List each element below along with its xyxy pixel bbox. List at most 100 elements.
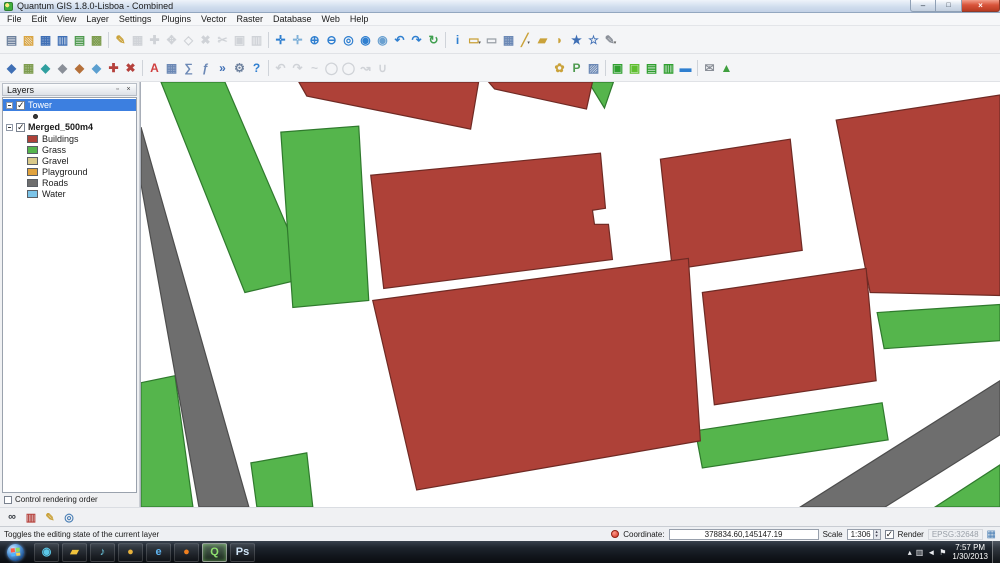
measure-line-icon[interactable]: ╱ ▾: [517, 31, 534, 49]
field-calculator-icon[interactable]: ∑: [180, 59, 197, 77]
measure-area-icon[interactable]: ▰: [534, 31, 551, 49]
layer-item-merged-500m4[interactable]: Merged_500m4: [3, 121, 136, 133]
taskbar-itunes-button[interactable]: ♪: [90, 542, 115, 562]
legend-item-playground[interactable]: Playground: [3, 166, 136, 177]
identify-features-icon[interactable]: i: [449, 31, 466, 49]
ftools-icon[interactable]: ✿: [551, 59, 568, 77]
new-shapefile-layer-icon[interactable]: ✚: [105, 59, 122, 77]
taskbar-firefox-button[interactable]: ●: [174, 542, 199, 562]
taskbar-media-player-button[interactable]: ◉: [34, 542, 59, 562]
mapserver-export-icon[interactable]: ✉: [701, 59, 718, 77]
georeferencer-icon[interactable]: ▨: [585, 59, 602, 77]
pan-map-icon[interactable]: ✛: [272, 31, 289, 49]
refresh-map-icon[interactable]: ↻: [425, 31, 442, 49]
legend-item-water[interactable]: Water: [3, 188, 136, 199]
coordinate-capture-icon[interactable]: ◎: [61, 509, 77, 525]
add-vector-layer-icon[interactable]: ◆: [3, 59, 20, 77]
deselect-all-icon[interactable]: ▭: [483, 31, 500, 49]
log-messages-icon[interactable]: ▥: [23, 509, 39, 525]
menu-raster[interactable]: Raster: [231, 14, 268, 24]
taskbar-qgis-button[interactable]: Q: [202, 542, 227, 562]
coordinate-input[interactable]: 378834.60,145147.19: [668, 528, 819, 540]
road-graph-icon[interactable]: ▬: [677, 59, 694, 77]
new-bookmark-icon[interactable]: ★: [568, 31, 585, 49]
crs-status-icon[interactable]: ▦: [987, 529, 996, 540]
zoom-next-icon[interactable]: ↷: [408, 31, 425, 49]
menu-settings[interactable]: Settings: [114, 14, 157, 24]
add-postgis-layer-icon[interactable]: ◆: [37, 59, 54, 77]
minimize-button[interactable]: –: [910, 0, 936, 12]
zoom-full-icon[interactable]: ◎: [340, 31, 357, 49]
scale-spinner[interactable]: ▲ ▼: [872, 529, 880, 539]
zoom-to-layer-icon[interactable]: ◉: [374, 31, 391, 49]
open-project-icon[interactable]: ▧: [20, 31, 37, 49]
interpolation-icon[interactable]: ▤: [643, 59, 660, 77]
toggle-editing-icon[interactable]: ✎: [112, 31, 129, 49]
maximize-button[interactable]: □: [936, 0, 962, 12]
show-desktop-button[interactable]: [992, 541, 1000, 563]
render-checkbox[interactable]: [884, 529, 894, 540]
stop-render-icon[interactable]: [611, 530, 620, 538]
panel-close-icon[interactable]: ×: [123, 85, 134, 95]
select-by-expression-icon[interactable]: ƒ: [197, 59, 214, 77]
zoom-in-icon[interactable]: ⊕: [306, 31, 323, 49]
menu-layer[interactable]: Layer: [81, 14, 114, 24]
layer-attribute-table-icon[interactable]: ▦: [163, 59, 180, 77]
edit-pencil-icon[interactable]: ✎: [42, 509, 58, 525]
legend-item-gravel[interactable]: Gravel: [3, 155, 136, 166]
expander-icon[interactable]: [6, 101, 13, 109]
save-project-as-icon[interactable]: ▥: [54, 31, 71, 49]
spinner-down-icon[interactable]: ▼: [875, 534, 879, 538]
taskbar-chrome-button[interactable]: ●: [118, 542, 143, 562]
expander-icon[interactable]: [6, 123, 13, 131]
legend-item-grass[interactable]: Grass: [3, 144, 136, 155]
zonal-statistics-icon[interactable]: ▥: [660, 59, 677, 77]
new-print-composer-icon[interactable]: ▤: [71, 31, 88, 49]
binoculars-icon[interactable]: ∞: [4, 509, 20, 525]
taskbar-internet-explorer-button[interactable]: e: [146, 542, 171, 562]
control-rendering-order-checkbox[interactable]: [4, 495, 12, 504]
network-icon[interactable]: ▥: [916, 548, 924, 557]
map-canvas[interactable]: [140, 82, 1000, 507]
select-features-icon[interactable]: ▭ ▾: [466, 31, 483, 49]
python-plugins-icon[interactable]: P: [568, 59, 585, 77]
grass-tools-icon[interactable]: ▲: [718, 59, 735, 77]
scale-combo[interactable]: 1:306 ▲ ▼: [846, 528, 881, 540]
add-spatialite-layer-icon[interactable]: ◆: [54, 59, 71, 77]
merged-visibility-checkbox[interactable]: [16, 122, 25, 133]
action-center-icon[interactable]: ⚑: [939, 548, 946, 557]
volume-icon[interactable]: ◄: [927, 548, 935, 557]
show-hidden-icons-icon[interactable]: ▴: [908, 548, 912, 557]
menu-database[interactable]: Database: [268, 14, 317, 24]
text-annotation-icon[interactable]: ✎ ▾: [602, 31, 619, 49]
gdal-tools-icon[interactable]: ▣: [609, 59, 626, 77]
panel-float-icon[interactable]: ▫: [112, 85, 123, 95]
taskbar-photoshop-button[interactable]: Ps: [230, 542, 255, 562]
python-console-icon[interactable]: »: [214, 59, 231, 77]
legend-item-buildings[interactable]: Buildings: [3, 133, 136, 144]
zoom-to-selection-icon[interactable]: ◉: [357, 31, 374, 49]
menu-file[interactable]: File: [2, 14, 27, 24]
zoom-last-icon[interactable]: ↶: [391, 31, 408, 49]
layer-item-tower[interactable]: Tower: [3, 99, 136, 111]
zoom-out-icon[interactable]: ⊖: [323, 31, 340, 49]
legend-item-roads[interactable]: Roads: [3, 177, 136, 188]
show-bookmarks-icon[interactable]: ☆: [585, 31, 602, 49]
taskbar-explorer-button[interactable]: ▰: [62, 542, 87, 562]
pan-to-selection-icon[interactable]: ✛: [289, 31, 306, 49]
open-attribute-table-icon[interactable]: ▦: [500, 31, 517, 49]
add-wfs-layer-icon[interactable]: ◆: [88, 59, 105, 77]
map-svg[interactable]: [141, 82, 1000, 507]
menu-web[interactable]: Web: [317, 14, 345, 24]
save-project-icon[interactable]: ▦: [37, 31, 54, 49]
add-wms-layer-icon[interactable]: ◆: [71, 59, 88, 77]
close-button[interactable]: ×: [962, 0, 1000, 12]
tower-visibility-checkbox[interactable]: [16, 100, 25, 111]
help-contents-icon[interactable]: ?: [248, 59, 265, 77]
add-raster-layer-icon[interactable]: ▦: [20, 59, 37, 77]
menu-view[interactable]: View: [52, 14, 81, 24]
labeling-icon[interactable]: A: [146, 59, 163, 77]
plugin-manager-icon[interactable]: ⚙: [231, 59, 248, 77]
taskbar-clock[interactable]: 7:57 PM 1/30/2013: [952, 543, 988, 561]
start-button[interactable]: [2, 541, 28, 563]
